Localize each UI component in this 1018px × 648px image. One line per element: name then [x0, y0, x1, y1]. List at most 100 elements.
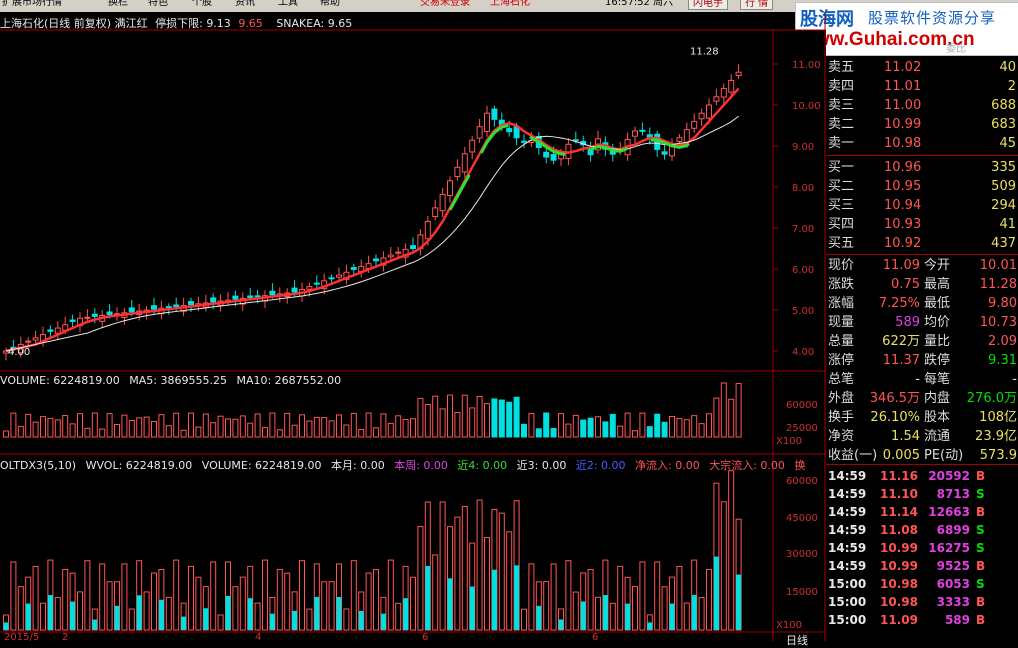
bid-row[interactable]: 买五 10.92 437	[826, 234, 1018, 253]
quote-label: 现价	[828, 258, 855, 273]
dx-cyan-bar	[380, 613, 386, 630]
dx-bar	[706, 568, 712, 631]
tick-row[interactable]: 14:59 10.99 16275 S	[826, 539, 1018, 557]
kline-chart[interactable]: 11.00 10.00 9.00 8.00 7.00 6.00 5.00 4.00 11.28 4…	[0, 0, 826, 641]
bid-volume: 294	[991, 198, 1016, 213]
price-tick-label: 5.00	[792, 306, 814, 317]
quote-value: 9.80	[988, 296, 1017, 311]
volume-bar	[543, 412, 550, 438]
volume-bar	[580, 419, 587, 438]
bid-price: 10.93	[884, 217, 922, 232]
dx-bar	[484, 537, 490, 631]
quote-value: 573.9	[979, 448, 1017, 463]
dx-cyan-bar	[3, 622, 9, 630]
volume-bar	[639, 412, 646, 438]
quote-label: 流通	[924, 429, 951, 444]
tick-row[interactable]: 15:00 10.98 6053 S	[826, 575, 1018, 593]
candle-body	[506, 128, 513, 133]
x-axis-label: 2	[62, 632, 68, 641]
volume-bar	[528, 413, 535, 438]
dx-bar	[439, 501, 446, 631]
tick-row[interactable]: 14:59 10.99 9525 B	[826, 557, 1018, 575]
quote-value: 0.75	[891, 277, 920, 292]
tick-row[interactable]: 14:59 11.14 12663 B	[826, 503, 1018, 521]
ask-row[interactable]: 卖二 10.99 683	[826, 115, 1018, 134]
volume-bar	[284, 412, 291, 438]
volume-bar	[491, 398, 498, 438]
ask-row[interactable]: 卖三 11.00 688	[826, 96, 1018, 115]
dx-bar	[461, 505, 468, 631]
bid-row[interactable]: 买三 10.94 294	[826, 196, 1018, 215]
bid-row[interactable]: 买二 10.95 509	[826, 177, 1018, 196]
high-mark-label: 11.28	[690, 47, 719, 58]
volume-bar	[484, 403, 490, 438]
dx-bar	[284, 572, 291, 631]
quote-row[interactable]: 涨跌 0.75 最高 11.28	[826, 275, 1018, 294]
volume-bar	[617, 425, 624, 438]
tick-price: 11.16	[880, 469, 918, 483]
tick-row[interactable]: 15:00 11.09 589 B	[826, 611, 1018, 629]
dx-bar	[654, 561, 661, 631]
x-axis-label: 6	[592, 632, 598, 641]
dx-bar	[217, 614, 224, 631]
dx-bar	[609, 602, 616, 631]
quote-row[interactable]: 净资 1.54 流通 23.9亿	[826, 427, 1018, 446]
dx-bar	[121, 563, 128, 631]
quote-row[interactable]: 总笔 - 每笔 -	[826, 370, 1018, 389]
quote-row[interactable]: 现价 11.09 今开 10.01	[826, 256, 1018, 275]
quote-row[interactable]: 换手 26.10% 股本 108亿	[826, 408, 1018, 427]
tick-side: B	[976, 469, 986, 483]
dx-bar	[62, 568, 69, 631]
candle-body	[410, 245, 416, 249]
tick-row[interactable]: 15:00 10.98 3333 B	[826, 593, 1018, 611]
dx-cyan-bar	[336, 596, 342, 630]
candle-body	[432, 207, 439, 218]
price-tick-label: 7.00	[792, 224, 814, 235]
bid-label: 买二	[828, 179, 855, 194]
dx-bar	[498, 512, 505, 631]
quote-row[interactable]: 现量 589 均价 10.73	[826, 313, 1018, 332]
quote-value: 11.28	[979, 277, 1017, 292]
volume-bar	[10, 412, 17, 438]
volume-bar	[195, 426, 202, 438]
quote-row[interactable]: 总量 622万 量比 2.09	[826, 332, 1018, 351]
volume-bar	[661, 421, 668, 438]
tick-time: 14:59	[828, 469, 867, 483]
volume-bar	[720, 382, 727, 438]
volume-bar	[387, 422, 394, 438]
volume-bar	[247, 422, 254, 438]
tick-row[interactable]: 14:59 11.08 6899 S	[826, 521, 1018, 539]
period-tab[interactable]: 日线	[786, 632, 808, 648]
tick-row[interactable]: 14:59 11.16 20592 B	[826, 467, 1018, 485]
ask-row[interactable]: 卖四 11.01 2	[826, 77, 1018, 96]
candle-body	[484, 112, 490, 132]
candle-body	[328, 277, 335, 280]
bid-row[interactable]: 买一 10.96 335	[826, 158, 1018, 177]
quote-value: 346.5万	[869, 391, 920, 406]
quote-row[interactable]: 外盘 346.5万 内盘 276.0万	[826, 389, 1018, 408]
bid-volume: 335	[991, 160, 1016, 175]
quote-row[interactable]: 涨幅 7.25% 最低 9.80	[826, 294, 1018, 313]
ask-row[interactable]: 卖一 10.98 45	[826, 134, 1018, 153]
quote-row[interactable]: 涨停 11.37 跌停 9.31	[826, 351, 1018, 370]
bid-row[interactable]: 买四 10.93 41	[826, 215, 1018, 234]
dx-header: OLTDX3(5,10) WVOL: 6224819.00 VOLUME: 62…	[0, 457, 805, 473]
tick-row[interactable]: 14:59 11.10 8713 S	[826, 485, 1018, 503]
dx-cyan-bar	[691, 595, 697, 630]
volume-bar	[587, 417, 594, 438]
volume-bar	[476, 396, 483, 438]
tick-volume: 12663	[928, 505, 970, 519]
dx-bar	[195, 576, 202, 631]
quote-row[interactable]: 收益(一) 0.005 PE(动) 573.9	[826, 446, 1018, 465]
volume-bar	[506, 401, 513, 438]
candle-body	[306, 286, 313, 290]
ask-row[interactable]: 卖五 11.02 40	[826, 58, 1018, 77]
dx-cyan-bar	[269, 613, 275, 630]
volume-bar	[313, 416, 320, 438]
dx-bar	[476, 499, 483, 631]
dx-near2: 近2: 0.00	[575, 459, 626, 472]
volume-bar	[84, 427, 91, 438]
volume-bar	[25, 413, 32, 438]
volume-bar	[254, 413, 261, 438]
candle-body	[25, 340, 32, 343]
